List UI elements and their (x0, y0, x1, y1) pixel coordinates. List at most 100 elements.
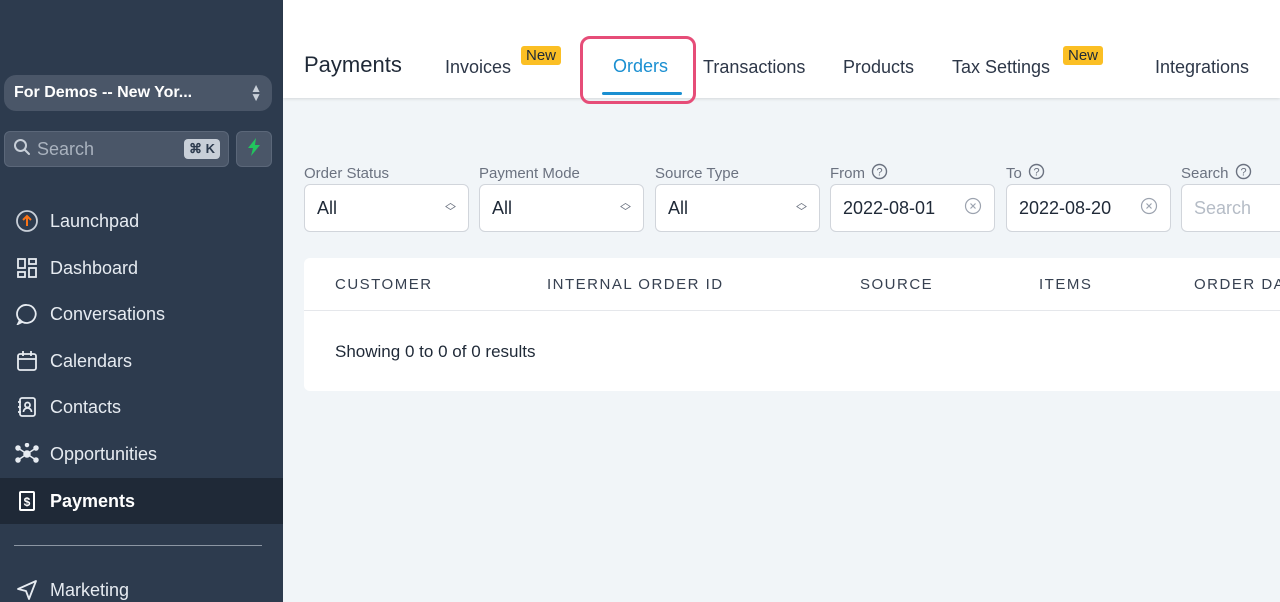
sidebar-divider (14, 545, 262, 546)
location-switcher[interactable]: For Demos -- New Yor... ▲ ▼ (4, 75, 272, 111)
column-header-items[interactable]: ITEMS (1039, 276, 1092, 293)
payments-icon: $ (14, 488, 40, 514)
sidebar-item-label: Dashboard (50, 257, 139, 278)
select-value: All (668, 197, 689, 218)
marketing-icon (14, 577, 40, 602)
sidebar-item-payments[interactable]: $ Payments (0, 478, 283, 524)
page-title: Payments (304, 52, 402, 77)
search-filter: Search ? Search (1181, 163, 1280, 232)
sidebar-item-label: Launchpad (50, 210, 140, 231)
launchpad-icon (14, 208, 40, 234)
from-date-filter: From ? 2022-08-01 (830, 163, 995, 232)
tab-products[interactable]: Products (843, 57, 914, 78)
filter-label-row: To ? (1006, 163, 1045, 184)
filter-label: Search (1181, 164, 1229, 182)
chevron-updown-icon: ︿ ﹀ (620, 197, 631, 218)
select-value: All (492, 197, 513, 218)
calendar-icon (14, 348, 40, 374)
sidebar-item-launchpad[interactable]: Launchpad (0, 198, 283, 244)
help-icon[interactable]: ? (1028, 163, 1045, 184)
location-name: For Demos -- New Yor... (14, 84, 193, 101)
date-value: 2022-08-01 (843, 197, 936, 218)
source-type-filter: Source Type All ︿ ﹀ (655, 164, 820, 232)
svg-text:?: ? (1033, 166, 1039, 178)
search-icon (13, 138, 31, 161)
sidebar-item-label: Payments (50, 490, 136, 511)
results-suffix: results (485, 342, 536, 361)
clear-icon[interactable] (1140, 197, 1158, 220)
to-date-input[interactable]: 2022-08-20 (1006, 184, 1171, 232)
dashboard-icon (14, 255, 40, 281)
filter-label: From (830, 164, 865, 182)
sidebar-item-calendars[interactable]: Calendars (0, 338, 283, 384)
tab-transactions[interactable]: Transactions (703, 57, 805, 78)
filter-label: Source Type (655, 164, 739, 182)
search-input[interactable]: Search (1181, 184, 1280, 232)
results-from: 0 (404, 342, 415, 361)
filter-label: To (1006, 164, 1022, 182)
results-prefix: Showing (335, 342, 401, 361)
order-status-filter: Order Status All ︿ ﹀ (304, 164, 469, 232)
search-placeholder: Search (1194, 197, 1252, 218)
quick-action-button[interactable] (236, 131, 272, 167)
tab-tax-settings[interactable]: Tax Settings (952, 57, 1050, 78)
column-header-internal-order-id[interactable]: INTERNAL ORDER ID (547, 276, 724, 293)
select-value: All (317, 197, 338, 218)
filter-label: Payment Mode (479, 164, 580, 182)
tab-orders[interactable]: Orders (613, 56, 668, 77)
filter-label-row: Search ? (1181, 163, 1252, 184)
new-badge: New (521, 46, 562, 65)
conversations-icon (14, 301, 40, 327)
results-total: 0 (471, 342, 481, 361)
payment-mode-select[interactable]: All ︿ ﹀ (479, 184, 644, 232)
results-to-word: to (419, 342, 434, 361)
chevron-updown-icon: ︿ ﹀ (445, 197, 456, 218)
search-placeholder: Search (37, 138, 95, 159)
sidebar-item-label: Calendars (50, 350, 133, 371)
top-header (283, 0, 1280, 98)
payment-mode-filter: Payment Mode All ︿ ﹀ (479, 164, 644, 232)
sidebar: For Demos -- New Yor... ▲ ▼ Search ⌘ K La… (0, 0, 283, 602)
sidebar-item-label: Conversations (50, 303, 166, 324)
svg-text:?: ? (1240, 166, 1246, 178)
sidebar-item-conversations[interactable]: Conversations (0, 291, 283, 337)
sidebar-item-label: Contacts (50, 396, 122, 417)
opportunities-icon (14, 441, 40, 467)
sidebar-item-opportunities[interactable]: Opportunities (0, 431, 283, 477)
shortcut-badge: ⌘ K (184, 139, 220, 159)
to-date-filter: To ? 2022-08-20 (1006, 163, 1171, 232)
orders-table: CUSTOMER INTERNAL ORDER ID SOURCE ITEMS … (304, 258, 1280, 391)
bolt-icon (246, 137, 262, 161)
sidebar-item-marketing[interactable]: Marketing (0, 567, 283, 602)
source-type-select[interactable]: All ︿ ﹀ (655, 184, 820, 232)
table-header: CUSTOMER INTERNAL ORDER ID SOURCE ITEMS … (304, 258, 1280, 311)
sidebar-search[interactable]: Search ⌘ K (4, 131, 229, 167)
active-tab-underline (602, 92, 682, 95)
chevron-updown-icon: ▲ ▼ (250, 81, 262, 104)
sidebar-item-dashboard[interactable]: Dashboard (0, 245, 283, 291)
svg-text:$: $ (24, 495, 31, 509)
results-of-word: of (452, 342, 467, 361)
help-icon[interactable]: ? (1235, 163, 1252, 184)
help-icon[interactable]: ? (871, 163, 888, 184)
new-badge: New (1063, 46, 1104, 65)
sidebar-item-label: Marketing (50, 579, 130, 600)
column-header-order-date[interactable]: ORDER DATE (1194, 276, 1280, 293)
column-header-source[interactable]: SOURCE (860, 276, 933, 293)
results-to: 0 (438, 342, 448, 361)
sidebar-item-label: Opportunities (50, 443, 158, 464)
contacts-icon (14, 394, 40, 420)
column-header-customer[interactable]: CUSTOMER (335, 276, 433, 293)
sidebar-item-contacts[interactable]: Contacts (0, 384, 283, 430)
tab-integrations[interactable]: Integrations (1155, 57, 1249, 78)
date-value: 2022-08-20 (1019, 197, 1112, 218)
order-status-select[interactable]: All ︿ ﹀ (304, 184, 469, 232)
svg-text:?: ? (876, 166, 882, 178)
tab-invoices[interactable]: Invoices (445, 57, 511, 78)
results-summary: Showing 0 to 0 of 0 results (335, 342, 535, 362)
clear-icon[interactable] (964, 197, 982, 220)
filter-label: Order Status (304, 164, 390, 182)
from-date-input[interactable]: 2022-08-01 (830, 184, 995, 232)
filter-label-row: From ? (830, 163, 888, 184)
chevron-updown-icon: ︿ ﹀ (796, 197, 807, 218)
